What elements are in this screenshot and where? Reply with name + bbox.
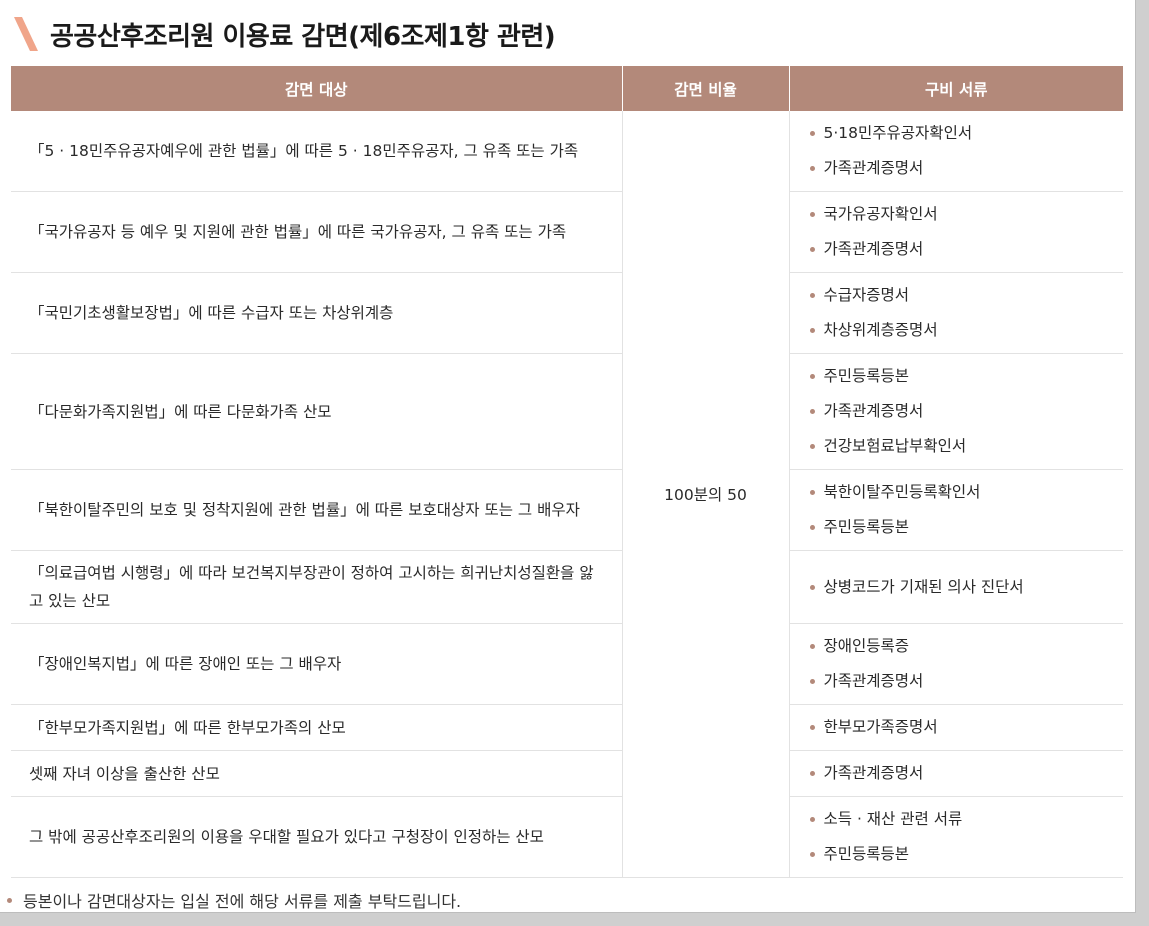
doc-item: 국가유공자확인서 [809, 197, 1124, 232]
doc-label: 한부모가족증명서 [823, 718, 938, 736]
doc-label: 수급자증명서 [823, 286, 910, 304]
page: 공공산후조리원 이용료 감면(제6조제1항 관련) 감면 대상 감면 비율 구비… [0, 0, 1136, 913]
doc-label: 주민등록등본 [823, 518, 910, 536]
bullet-dot-icon [809, 679, 815, 684]
table-row: 「의료급여법 시행령」에 따라 보건복지부장관이 정하여 고시하는 희귀난치성질… [11, 550, 1124, 624]
bullet-dot-icon [809, 525, 815, 530]
table-row: 셋째 자녀 이상을 출산한 산모 가족관계증명서 [11, 750, 1124, 797]
doc-item: 수급자증명서 [809, 278, 1124, 313]
doc-item: 소득 · 재산 관련 서류 [809, 802, 1124, 837]
reduction-target: 그 밖에 공공산후조리원의 이용을 우대할 필요가 있다고 구청장이 인정하는 … [11, 796, 622, 878]
table-body: 「5 · 18민주유공자예우에 관한 법률」에 따른 5 · 18민주유공자, … [11, 111, 1123, 878]
bullet-dot-icon [809, 212, 815, 217]
table-row: 「장애인복지법」에 따른 장애인 또는 그 배우자 장애인등록증가족관계증명서 [11, 623, 1124, 705]
note-text: 등본이나 감면대상자는 입실 전에 해당 서류를 제출 부탁드립니다. [23, 892, 462, 911]
table-row: 그 밖에 공공산후조리원의 이용을 우대할 필요가 있다고 구청장이 인정하는 … [11, 796, 1124, 878]
doc-item: 가족관계증명서 [809, 151, 1124, 186]
reduction-target: 「국가유공자 등 예우 및 지원에 관한 법률」에 따른 국가유공자, 그 유족… [11, 191, 622, 273]
reduction-target: 「국민기초생활보장법」에 따른 수급자 또는 차상위계층 [11, 272, 622, 354]
bullet-dot-icon [809, 725, 815, 730]
bullet-dot-icon [809, 444, 815, 449]
doc-item: 가족관계증명서 [809, 232, 1124, 267]
table-row: 「북한이탈주민의 보호 및 정착지원에 관한 법률」에 따른 보호대상자 또는 … [11, 469, 1124, 551]
doc-item: 한부모가족증명서 [809, 710, 1124, 745]
doc-label: 주민등록등본 [823, 845, 910, 863]
required-docs: 국가유공자확인서가족관계증명서 [788, 191, 1124, 273]
doc-label: 가족관계증명서 [823, 159, 924, 177]
page-title: 공공산후조리원 이용료 감면(제6조제1항 관련) [50, 21, 556, 52]
table-row: 「다문화가족지원법」에 따른 다문화가족 산모 주민등록등본가족관계증명서건강보험… [11, 353, 1124, 470]
doc-label: 차상위계층증명서 [823, 321, 938, 339]
required-docs: 가족관계증명서 [788, 750, 1124, 797]
doc-item: 5·18민주유공자확인서 [809, 116, 1124, 151]
diagonal-slash-icon [14, 17, 38, 51]
bullet-dot-icon [809, 409, 815, 414]
doc-item: 가족관계증명서 [809, 664, 1124, 699]
table-header-row: 감면 대상 감면 비율 구비 서류 [11, 66, 1123, 111]
table-row: 「국민기초생활보장법」에 따른 수급자 또는 차상위계층 수급자증명서차상위계층증… [11, 272, 1124, 354]
bullet-dot-icon [809, 490, 815, 495]
doc-label: 상병코드가 기재된 의사 진단서 [823, 577, 1024, 596]
bullet-dot-icon [809, 293, 815, 298]
header-rate: 감면 비율 [621, 66, 789, 111]
doc-item: 주민등록등본 [809, 837, 1124, 872]
table-row: 「한부모가족지원법」에 따른 한부모가족의 산모 한부모가족증명서 [11, 704, 1124, 751]
doc-label: 가족관계증명서 [823, 672, 924, 690]
reduction-target: 「의료급여법 시행령」에 따라 보건복지부장관이 정하여 고시하는 희귀난치성질… [11, 550, 622, 624]
reduction-target: 셋째 자녀 이상을 출산한 산모 [11, 750, 622, 797]
required-docs: 5·18민주유공자확인서가족관계증명서 [788, 111, 1124, 192]
doc-item: 차상위계층증명서 [809, 313, 1124, 348]
doc-label: 국가유공자확인서 [823, 205, 938, 223]
footer-note: 등본이나 감면대상자는 입실 전에 해당 서류를 제출 부탁드립니다. [7, 888, 461, 912]
header-target: 감면 대상 [11, 66, 622, 111]
required-docs: 상병코드가 기재된 의사 진단서 [788, 550, 1124, 624]
doc-item: 건강보험료납부확인서 [809, 429, 1124, 464]
doc-label: 주민등록등본 [823, 367, 910, 385]
bullet-dot-icon [809, 166, 815, 171]
bullet-dot-icon [809, 852, 815, 857]
doc-item: 가족관계증명서 [809, 394, 1124, 429]
doc-item: 상병코드가 기재된 의사 진단서 [809, 570, 1124, 605]
required-docs: 장애인등록증가족관계증명서 [788, 623, 1124, 705]
table-row: 「국가유공자 등 예우 및 지원에 관한 법률」에 따른 국가유공자, 그 유족… [11, 191, 1124, 273]
bullet-dot-icon [809, 328, 815, 333]
bullet-dot-icon [809, 584, 815, 590]
required-docs: 북한이탈주민등록확인서주민등록등본 [788, 469, 1124, 551]
reduction-table: 감면 대상 감면 비율 구비 서류 「5 · 18민주유공자예우에 관한 법률」… [11, 66, 1123, 878]
doc-label: 건강보험료납부확인서 [823, 437, 967, 455]
doc-label: 가족관계증명서 [823, 240, 924, 258]
doc-label: 가족관계증명서 [823, 764, 924, 782]
header-docs: 구비 서류 [788, 66, 1123, 111]
reduction-target: 「다문화가족지원법」에 따른 다문화가족 산모 [11, 353, 622, 470]
bullet-dot-icon [809, 817, 815, 822]
reduction-rate: 100분의 50 [621, 111, 789, 878]
reduction-target: 「북한이탈주민의 보호 및 정착지원에 관한 법률」에 따른 보호대상자 또는 … [11, 469, 622, 551]
bullet-dot-icon [809, 247, 815, 252]
doc-label: 5·18민주유공자확인서 [823, 124, 973, 142]
required-docs: 한부모가족증명서 [788, 704, 1124, 751]
section-heading: 공공산후조리원 이용료 감면(제6조제1항 관련) [14, 14, 556, 54]
required-docs: 주민등록등본가족관계증명서건강보험료납부확인서 [788, 353, 1124, 470]
bullet-dot-icon [809, 771, 815, 776]
doc-label: 가족관계증명서 [823, 402, 924, 420]
doc-label: 북한이탈주민등록확인서 [823, 483, 981, 501]
table-row: 「5 · 18민주유공자예우에 관한 법률」에 따른 5 · 18민주유공자, … [11, 111, 1124, 878]
doc-item: 주민등록등본 [809, 510, 1124, 545]
doc-label: 장애인등록증 [823, 637, 910, 655]
required-docs: 수급자증명서차상위계층증명서 [788, 272, 1124, 354]
bullet-dot-icon [809, 374, 815, 379]
reduction-target: 「한부모가족지원법」에 따른 한부모가족의 산모 [11, 704, 622, 751]
doc-item: 장애인등록증 [809, 629, 1124, 664]
bullet-dot-icon [809, 131, 815, 136]
doc-label: 소득 · 재산 관련 서류 [823, 810, 963, 828]
bullet-dot-icon [7, 897, 12, 903]
required-docs: 소득 · 재산 관련 서류주민등록등본 [788, 796, 1124, 878]
bullet-dot-icon [809, 644, 815, 649]
reduction-target: 「5 · 18민주유공자예우에 관한 법률」에 따른 5 · 18민주유공자, … [11, 111, 622, 192]
doc-item: 주민등록등본 [809, 359, 1124, 394]
doc-item: 가족관계증명서 [809, 756, 1124, 791]
doc-item: 북한이탈주민등록확인서 [809, 475, 1124, 510]
reduction-target: 「장애인복지법」에 따른 장애인 또는 그 배우자 [11, 623, 622, 705]
